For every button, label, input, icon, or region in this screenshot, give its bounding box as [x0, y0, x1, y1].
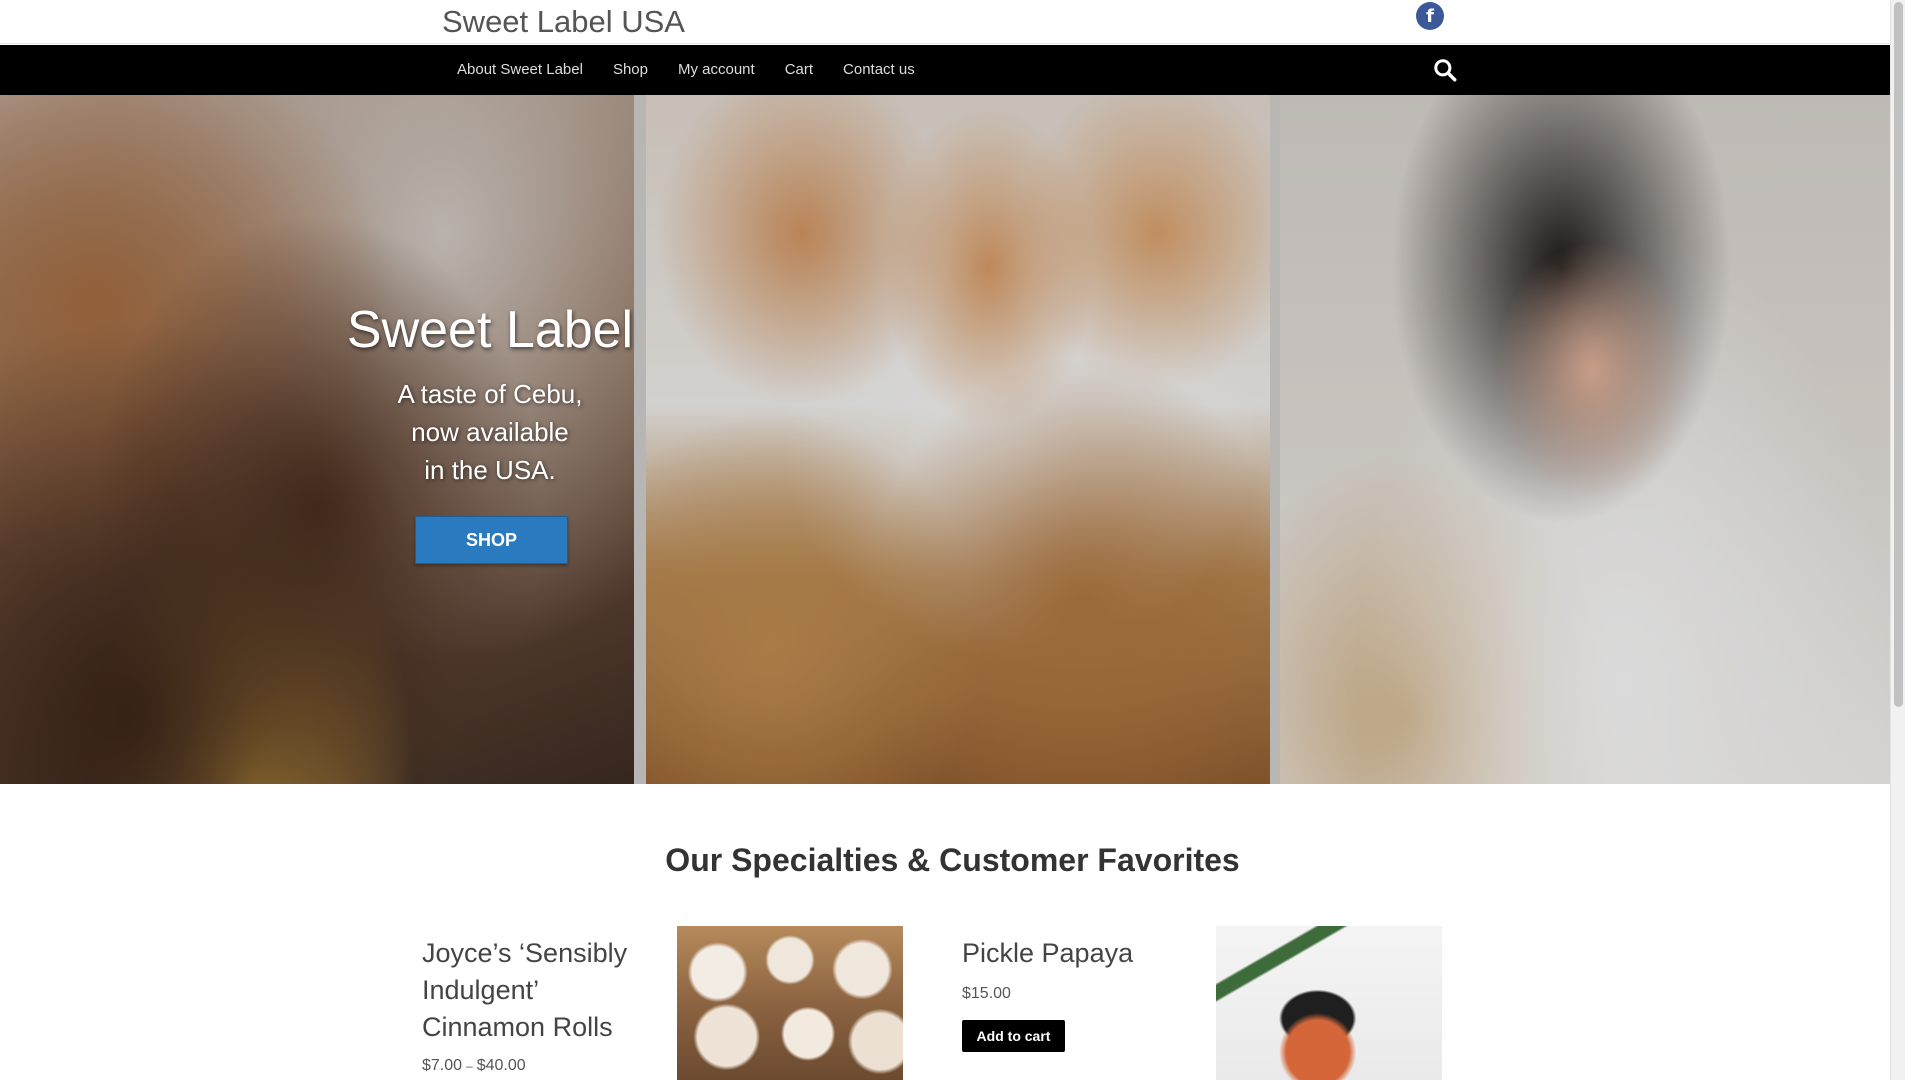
product-image-pickle-papaya[interactable] — [1216, 926, 1442, 1080]
hero-tagline: A taste of Cebu, now available in the US… — [340, 375, 640, 489]
product-title-cinnamon-rolls[interactable]: Joyce’s ‘Sensibly Indulgent’ Cinnamon Ro… — [422, 935, 627, 1046]
product-title-line: Cinnamon Rolls — [422, 1012, 613, 1042]
hero-title: Sweet Label — [346, 301, 634, 359]
product-title-line: Joyce’s ‘Sensibly — [422, 938, 628, 968]
hero-tagline-line: now available — [411, 417, 569, 447]
add-to-cart-button[interactable]: Add to cart — [962, 1020, 1065, 1052]
search-icon[interactable] — [1432, 57, 1458, 83]
price-separator: – — [466, 1059, 473, 1073]
page-scrollbar[interactable] — [1890, 0, 1905, 1080]
top-bar: Sweet Label USA f — [0, 0, 1905, 44]
nav-menu: About Sweet Label Shop My account Cart C… — [442, 45, 930, 95]
hero-banner: Sweet Label A taste of Cebu, now availab… — [0, 95, 1905, 784]
site-title[interactable]: Sweet Label USA — [442, 4, 685, 40]
nav-item-my-account[interactable]: My account — [663, 45, 770, 95]
main-navigation: About Sweet Label Shop My account Cart C… — [0, 45, 1905, 95]
price-max: $40.00 — [476, 1057, 526, 1074]
price-min: $7.00 — [422, 1057, 463, 1074]
hero-overlay — [0, 95, 1905, 784]
product-title-pickle-papaya[interactable]: Pickle Papaya — [962, 935, 1133, 972]
hero-tagline-line: in the USA. — [424, 455, 556, 485]
product-title-line: Indulgent’ — [422, 975, 540, 1005]
page: Sweet Label USA f About Sweet Label Shop… — [0, 0, 1905, 1080]
nav-item-contact[interactable]: Contact us — [828, 45, 930, 95]
shop-button[interactable]: SHOP — [415, 516, 568, 564]
facebook-icon[interactable]: f — [1416, 2, 1444, 30]
product-image-cinnamon-rolls[interactable] — [677, 926, 903, 1080]
scrollbar-thumb[interactable] — [1894, 2, 1903, 707]
product-price-range: $7.00– $40.00 — [422, 1057, 526, 1075]
nav-item-shop[interactable]: Shop — [598, 45, 663, 95]
hero-tagline-line: A taste of Cebu, — [397, 379, 583, 409]
section-heading: Our Specialties & Customer Favorites — [665, 842, 1240, 878]
nav-item-cart[interactable]: Cart — [770, 45, 828, 95]
nav-item-about[interactable]: About Sweet Label — [442, 45, 598, 95]
product-price: $15.00 — [962, 985, 1011, 1002]
